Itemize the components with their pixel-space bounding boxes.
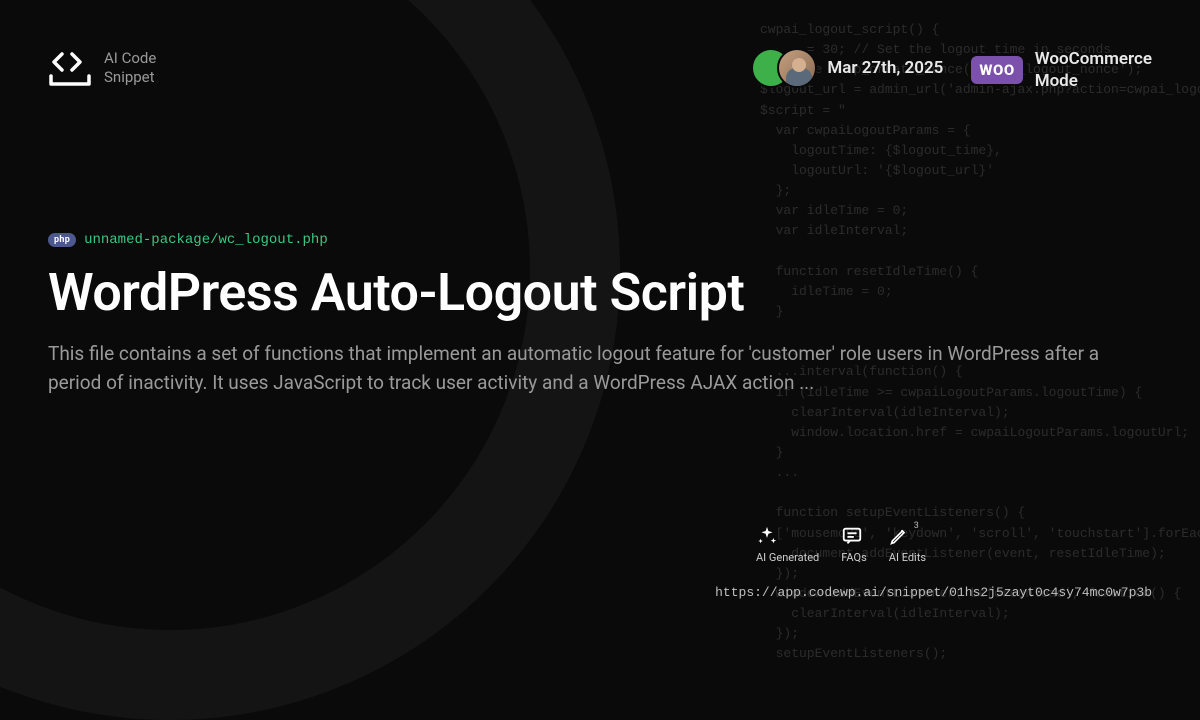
php-badge: php — [48, 233, 76, 247]
avatar-date-block: Mar 27th, 2025 — [751, 48, 943, 88]
chat-icon — [841, 525, 863, 547]
snippet-date: Mar 27th, 2025 — [827, 58, 943, 78]
description: This file contains a set of functions th… — [48, 339, 1128, 398]
tag-faqs: FAQs — [841, 525, 867, 564]
tag-label: AI Generated — [756, 551, 819, 564]
pencil-icon: 3 — [889, 525, 909, 547]
tag-label: FAQs — [841, 551, 867, 564]
mode-line1: WooCommerce — [1035, 48, 1152, 70]
woocommerce-badge: WOO — [971, 56, 1022, 84]
tag-ai-generated: AI Generated — [756, 525, 819, 564]
snippet-url: https://app.codewp.ai/snippet/01hs2j5zay… — [715, 585, 1152, 600]
mode-block: WOO WooCommerce Mode — [971, 48, 1152, 92]
brand-line1: AI Code — [104, 49, 156, 69]
code-snippet-icon — [48, 48, 92, 88]
edit-count: 3 — [914, 521, 919, 531]
file-path: unnamed-package/wc_logout.php — [84, 232, 328, 248]
header-right: Mar 27th, 2025 WOO WooCommerce Mode — [751, 48, 1152, 92]
tag-ai-edits: 3 AI Edits — [889, 525, 926, 564]
brand-text: AI Code Snippet — [104, 49, 156, 88]
avatar-stack — [751, 48, 817, 88]
mode-text: WooCommerce Mode — [1035, 48, 1152, 92]
main-content: php unnamed-package/wc_logout.php WordPr… — [48, 232, 1152, 398]
brand: AI Code Snippet — [48, 48, 156, 88]
tags-row: AI Generated FAQs 3 AI Edits — [756, 525, 926, 564]
file-row: php unnamed-package/wc_logout.php — [48, 232, 1152, 248]
header: AI Code Snippet Mar 27th, 2025 WOO WooCo… — [48, 48, 1152, 92]
mode-line2: Mode — [1035, 70, 1152, 92]
page-title: WordPress Auto-Logout Script — [48, 262, 1152, 323]
brand-line2: Snippet — [104, 68, 156, 88]
avatar — [777, 48, 817, 88]
sparkles-icon — [756, 525, 778, 547]
tag-label: AI Edits — [889, 551, 926, 564]
